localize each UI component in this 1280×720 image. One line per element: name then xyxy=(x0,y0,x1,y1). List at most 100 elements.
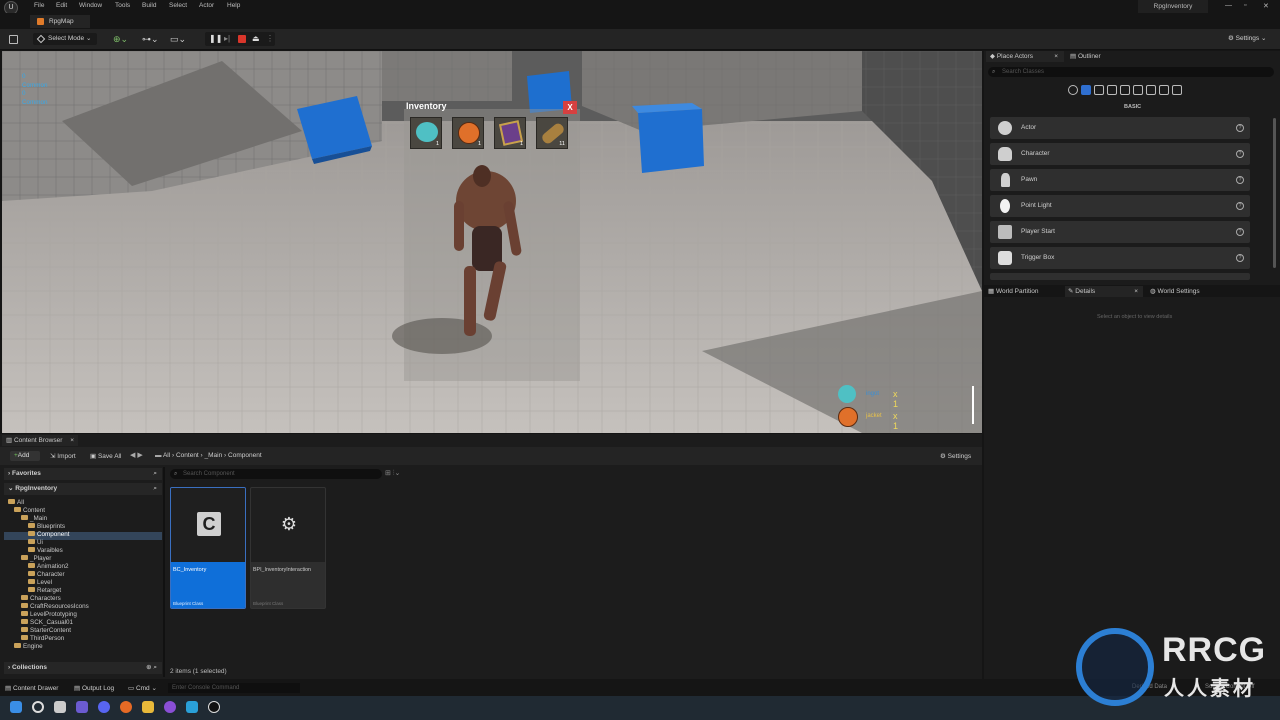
menu-build[interactable]: Build xyxy=(142,2,156,9)
maximize-button[interactable]: ▫ xyxy=(1244,2,1246,9)
windows-start-icon[interactable] xyxy=(10,701,22,713)
search-component-input[interactable]: ⌕ Search Component xyxy=(170,469,382,479)
pause-icon[interactable]: ❚❚ xyxy=(209,34,222,44)
breadcrumb-item[interactable]: Component xyxy=(228,452,262,459)
unreal-engine-icon[interactable] xyxy=(208,701,220,713)
tree-item-player[interactable]: _Player xyxy=(21,555,51,562)
help-icon[interactable]: ? xyxy=(1236,176,1244,184)
add-button[interactable]: +Add xyxy=(10,451,40,461)
cb-settings-button[interactable]: ⚙ Settings xyxy=(940,452,971,460)
tab-content-browser[interactable]: ▥ Content Browser × xyxy=(2,435,78,446)
actor-item-pawn[interactable]: Pawn? xyxy=(990,169,1250,191)
search-icon[interactable] xyxy=(32,701,44,713)
cinematic-icon[interactable] xyxy=(1120,85,1130,95)
more-icon[interactable]: ⋮ xyxy=(266,34,276,44)
actor-list-scrollbar[interactable] xyxy=(1273,118,1276,268)
geometry-icon[interactable] xyxy=(1146,85,1156,95)
tree-item-blueprints[interactable]: Blueprints xyxy=(28,523,65,530)
collections-header[interactable]: › Collections ⊕ ⌕ xyxy=(4,662,162,674)
tree-item-main[interactable]: _Main xyxy=(21,515,47,522)
stop-icon[interactable] xyxy=(238,35,246,43)
tree-item-engine[interactable]: Engine xyxy=(14,643,43,650)
filter-icon[interactable]: ⊞ ⫶⌄ xyxy=(385,469,400,478)
inventory-slot[interactable]: 11 xyxy=(536,117,568,149)
lights-icon[interactable] xyxy=(1094,85,1104,95)
cinematics-icon[interactable]: ▭⌄ xyxy=(170,33,186,45)
breadcrumb-item[interactable]: _Main xyxy=(205,452,223,459)
search-classes-input[interactable]: ⌕ Search Classes xyxy=(988,67,1274,77)
app-icon[interactable] xyxy=(164,701,176,713)
add-actor-icon[interactable]: ⊕⌄ xyxy=(113,33,128,45)
tree-item-levelprototyping[interactable]: LevelPrototyping xyxy=(21,611,77,618)
history-buttons[interactable]: ◀ ▶ xyxy=(130,451,143,459)
close-icon[interactable]: × xyxy=(1134,286,1138,297)
save-all-button[interactable]: ▣ Save All xyxy=(90,452,121,460)
tree-item-animation2[interactable]: Animation2 xyxy=(28,563,69,570)
tree-item-thirdperson[interactable]: ThirdPerson xyxy=(21,635,64,642)
tab-place-actors[interactable]: ◆ Place Actors × xyxy=(986,51,1064,62)
close-icon[interactable]: × xyxy=(1054,51,1058,62)
actor-item-player-start[interactable]: Player Start? xyxy=(990,221,1250,243)
close-icon[interactable]: × xyxy=(70,435,74,446)
basic-icon[interactable] xyxy=(1081,85,1091,95)
visual-effects-icon[interactable] xyxy=(1133,85,1143,95)
eject-icon[interactable]: ⏏ xyxy=(252,34,262,44)
output-log-button[interactable]: ▤ Output Log xyxy=(74,684,114,692)
tree-item-component[interactable]: Component xyxy=(28,531,70,538)
tree-item-varaibles[interactable]: Varaibles xyxy=(28,547,63,554)
tree-item-character[interactable]: Character xyxy=(28,571,65,578)
app-icon[interactable] xyxy=(186,701,198,713)
menu-help[interactable]: Help xyxy=(227,2,240,9)
content-drawer-button[interactable]: ▤ Content Drawer xyxy=(5,684,58,692)
teams-icon[interactable] xyxy=(76,701,88,713)
task-view-icon[interactable] xyxy=(54,701,66,713)
search-icon[interactable]: ⌕ xyxy=(153,468,157,480)
import-button[interactable]: ⇲ Import xyxy=(50,452,76,460)
tree-item-retarget[interactable]: Retarget xyxy=(28,587,61,594)
cmd-dropdown[interactable]: ▭ Cmd ⌄ xyxy=(128,684,157,692)
select-mode-dropdown[interactable]: Select Mode ⌄ xyxy=(33,33,97,45)
tab-outliner[interactable]: ▤ Outliner xyxy=(1068,51,1101,62)
volumes-icon[interactable] xyxy=(1159,85,1169,95)
blueprint-icon[interactable]: ⊶⌄ xyxy=(142,33,159,45)
asset-tile-bpi-inventoryinteraction[interactable]: ⚙ BPI_InventoryInteraction Blueprint Cla… xyxy=(250,487,326,609)
help-icon[interactable]: ? xyxy=(1236,228,1244,236)
splitter[interactable] xyxy=(163,467,165,677)
breadcrumb-item[interactable]: Content xyxy=(176,452,199,459)
save-icon[interactable] xyxy=(9,35,18,44)
actor-item-trigger-box[interactable]: Trigger Box? xyxy=(990,247,1250,269)
help-icon[interactable]: ? xyxy=(1236,202,1244,210)
help-icon[interactable]: ? xyxy=(1236,150,1244,158)
discord-icon[interactable] xyxy=(98,701,110,713)
shapes-icon[interactable] xyxy=(1107,85,1117,95)
tab-details[interactable]: ✎ Details × xyxy=(1065,286,1143,297)
actor-item-character[interactable]: Character? xyxy=(990,143,1250,165)
inventory-slot[interactable]: 1 xyxy=(494,117,526,149)
tree-item-characters[interactable]: Characters xyxy=(21,595,61,602)
tab-rpgmap[interactable]: RpgMap xyxy=(30,15,90,28)
breadcrumb-item[interactable]: All xyxy=(163,452,170,459)
inventory-close-button[interactable]: X xyxy=(563,101,577,114)
step-icon[interactable]: ▸| xyxy=(224,34,234,44)
toolbar-settings-button[interactable]: ⚙ Settings ⌄ xyxy=(1228,33,1266,45)
menu-file[interactable]: File xyxy=(34,2,44,9)
tree-item-all[interactable]: All xyxy=(8,499,24,506)
minimize-button[interactable]: — xyxy=(1225,2,1232,9)
menu-select[interactable]: Select xyxy=(169,2,187,9)
menu-actor[interactable]: Actor xyxy=(199,2,214,9)
tree-item-craftresourcesicons[interactable]: CraftResourcesIcons xyxy=(21,603,89,610)
actor-item-actor[interactable]: Actor? xyxy=(990,117,1250,139)
add-search-icon[interactable]: ⊕ ⌕ xyxy=(146,662,157,674)
tree-item-sck-casual01[interactable]: SCK_Casual01 xyxy=(21,619,73,626)
tree-item-ui[interactable]: Ui xyxy=(28,539,43,546)
actor-item-point-light[interactable]: Point Light? xyxy=(990,195,1250,217)
tree-item-level[interactable]: Level xyxy=(28,579,52,586)
tab-world-partition[interactable]: ▦ World Partition xyxy=(986,286,1038,297)
close-window-button[interactable]: ✕ xyxy=(1263,2,1269,10)
inventory-slot[interactable]: 1 xyxy=(410,117,442,149)
help-icon[interactable]: ? xyxy=(1236,254,1244,262)
asset-tile-bc-inventory[interactable]: C BC_Inventory Blueprint Class xyxy=(170,487,246,609)
help-icon[interactable]: ? xyxy=(1236,124,1244,132)
firefox-icon[interactable] xyxy=(120,701,132,713)
menu-window[interactable]: Window xyxy=(79,2,102,9)
